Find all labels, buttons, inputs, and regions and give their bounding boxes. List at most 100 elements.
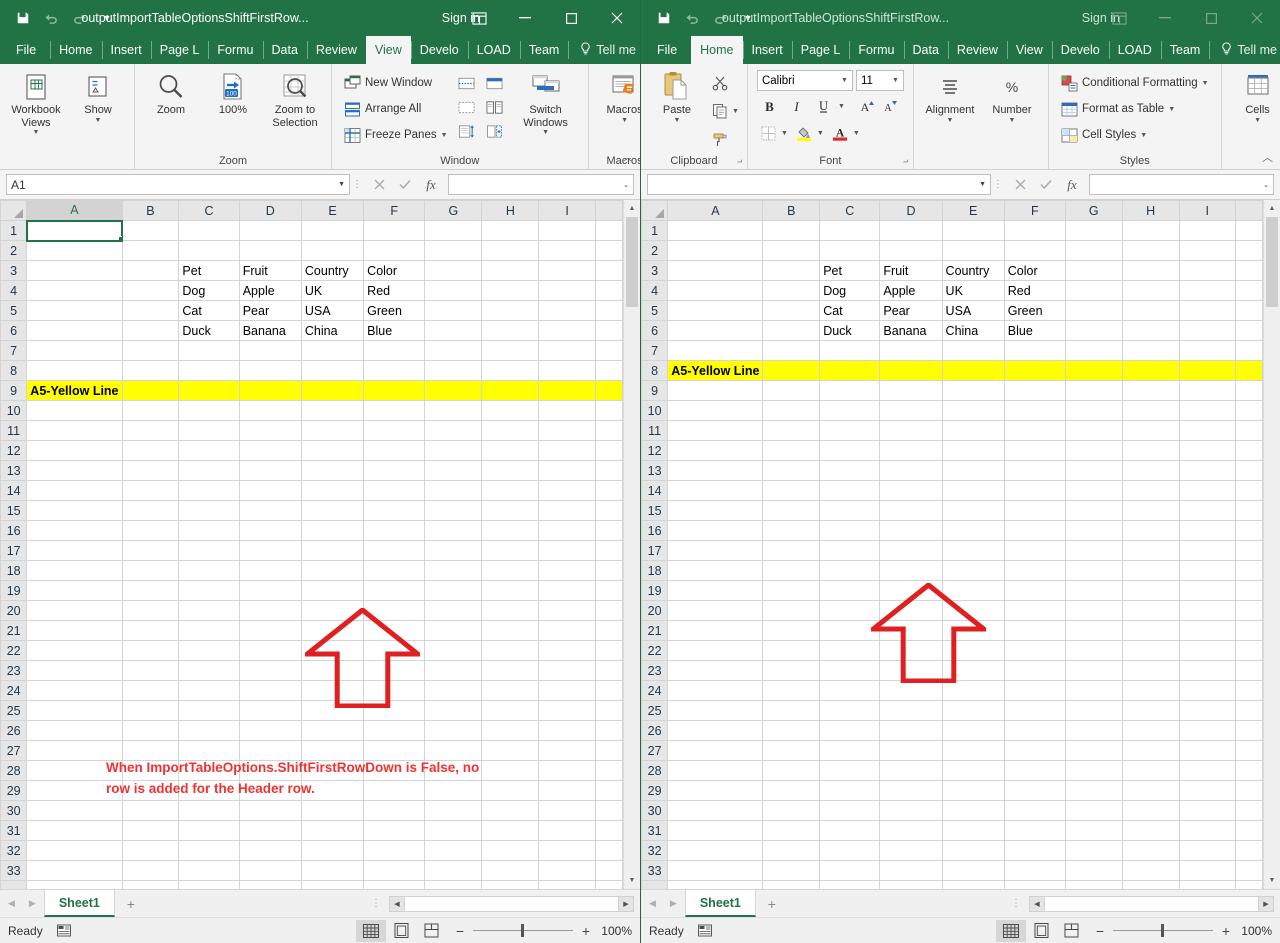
- font-size-combo[interactable]: 11▼: [856, 70, 904, 91]
- cell-empty[interactable]: [482, 221, 539, 241]
- row-header-11[interactable]: 11: [1, 421, 27, 441]
- ribbon-tab-view[interactable]: View: [1007, 36, 1052, 64]
- column-header-D[interactable]: D: [239, 201, 301, 221]
- cell-empty[interactable]: [763, 321, 820, 341]
- row-header-6[interactable]: 6: [642, 321, 668, 341]
- cell-empty[interactable]: [1122, 301, 1179, 321]
- cell-empty[interactable]: [179, 221, 239, 241]
- ribbon-tab-data[interactable]: Data: [904, 36, 948, 64]
- cell-E4[interactable]: UK: [301, 281, 363, 301]
- cell-empty[interactable]: [668, 741, 763, 761]
- cell-empty[interactable]: [239, 681, 301, 701]
- cell-empty[interactable]: [1179, 721, 1235, 741]
- cell-empty[interactable]: [301, 521, 363, 541]
- cell-empty[interactable]: [942, 361, 1004, 381]
- ribbon-button-zoom-to-selection[interactable]: Zoom to Selection: [264, 67, 326, 132]
- cell-empty[interactable]: [539, 361, 596, 381]
- cell-empty[interactable]: [425, 541, 482, 561]
- row-header-13[interactable]: 13: [642, 461, 668, 481]
- cell-empty[interactable]: [668, 601, 763, 621]
- cell-empty[interactable]: [668, 661, 763, 681]
- cell-empty[interactable]: [364, 621, 425, 641]
- cell-empty[interactable]: [122, 421, 179, 441]
- cell-empty[interactable]: [1179, 261, 1235, 281]
- cell-empty[interactable]: [239, 841, 301, 861]
- ribbon-button-format-painter[interactable]: [708, 127, 742, 151]
- cell-empty[interactable]: [1004, 661, 1065, 681]
- cell-empty[interactable]: [425, 601, 482, 621]
- cell-empty[interactable]: [1065, 761, 1122, 781]
- row-header-3[interactable]: 3: [1, 261, 27, 281]
- cell-empty[interactable]: [179, 721, 239, 741]
- ribbon-tab-file[interactable]: File: [0, 36, 50, 64]
- scroll-left-arrow-icon[interactable]: ◀: [389, 896, 405, 912]
- row-header-9[interactable]: 9: [1, 381, 27, 401]
- cell-E4[interactable]: UK: [942, 281, 1004, 301]
- ribbon-tab-develo[interactable]: Develo: [411, 36, 468, 64]
- cell-empty[interactable]: [482, 321, 539, 341]
- cell-empty[interactable]: [880, 381, 942, 401]
- formula-input[interactable]: ⌄: [448, 174, 634, 195]
- cell-empty[interactable]: [880, 361, 942, 381]
- cell-empty[interactable]: [122, 821, 179, 841]
- cell-empty[interactable]: [122, 701, 179, 721]
- cell-empty[interactable]: [1065, 621, 1122, 641]
- cell-empty[interactable]: [27, 481, 122, 501]
- cell-empty[interactable]: [364, 581, 425, 601]
- row-header-5[interactable]: 5: [642, 301, 668, 321]
- status-macro-record-icon[interactable]: [43, 924, 71, 937]
- cell-empty[interactable]: [668, 541, 763, 561]
- cell-empty[interactable]: [763, 541, 820, 561]
- add-sheet-button[interactable]: +: [756, 896, 788, 912]
- cell-empty[interactable]: [425, 401, 482, 421]
- cell-empty[interactable]: [763, 221, 820, 241]
- cell-empty[interactable]: [1179, 821, 1235, 841]
- cell-empty[interactable]: [1004, 781, 1065, 801]
- ribbon-tab-home[interactable]: Home: [691, 36, 742, 64]
- cell-empty[interactable]: [425, 661, 482, 681]
- cell-empty[interactable]: [820, 681, 880, 701]
- cell-empty[interactable]: [942, 561, 1004, 581]
- cell-empty[interactable]: [482, 881, 539, 890]
- cell-empty[interactable]: [942, 781, 1004, 801]
- sheet-nav-arrows[interactable]: ◀▶: [0, 898, 44, 909]
- row-header-8[interactable]: 8: [642, 361, 668, 381]
- cell-E6[interactable]: China: [301, 321, 363, 341]
- cell-empty[interactable]: [880, 841, 942, 861]
- ribbon-button-alignment[interactable]: Alignment▼: [919, 67, 981, 127]
- row-header-23[interactable]: 23: [1, 661, 27, 681]
- cell-empty[interactable]: [1122, 741, 1179, 761]
- cell-empty[interactable]: [942, 401, 1004, 421]
- minimize-icon[interactable]: [502, 0, 548, 36]
- cell-empty[interactable]: [763, 341, 820, 361]
- cell-empty[interactable]: [301, 601, 363, 621]
- cell-empty[interactable]: [1065, 381, 1122, 401]
- cell-empty[interactable]: [1122, 841, 1179, 861]
- cell-empty[interactable]: [1179, 421, 1235, 441]
- cell-F3[interactable]: Color: [1004, 261, 1065, 281]
- column-header-E[interactable]: E: [942, 201, 1004, 221]
- cell-empty[interactable]: [1004, 441, 1065, 461]
- ribbon-tab-file[interactable]: File: [641, 36, 691, 64]
- cell-empty[interactable]: [820, 621, 880, 641]
- cell-empty[interactable]: [668, 221, 763, 241]
- cell-empty[interactable]: [1179, 761, 1235, 781]
- cell-empty[interactable]: [880, 221, 942, 241]
- cell-empty[interactable]: [27, 421, 122, 441]
- font-name-combo[interactable]: Calibri▼: [757, 70, 853, 91]
- cell-empty[interactable]: [364, 861, 425, 881]
- row-header-4[interactable]: 4: [642, 281, 668, 301]
- cell-empty[interactable]: [820, 741, 880, 761]
- cell-empty[interactable]: [942, 701, 1004, 721]
- cell-empty[interactable]: [668, 621, 763, 641]
- cell-empty[interactable]: [763, 881, 820, 890]
- cell-empty[interactable]: [1004, 761, 1065, 781]
- cell-empty[interactable]: [425, 561, 482, 581]
- cell-empty[interactable]: [880, 821, 942, 841]
- ribbon-button-format-as-table[interactable]: Format as Table▼: [1058, 97, 1212, 121]
- cell-empty[interactable]: [1065, 601, 1122, 621]
- cell-empty[interactable]: [880, 561, 942, 581]
- cell-empty[interactable]: [539, 221, 596, 241]
- cell-empty[interactable]: [880, 341, 942, 361]
- ribbon-tab-insert[interactable]: Insert: [102, 36, 151, 64]
